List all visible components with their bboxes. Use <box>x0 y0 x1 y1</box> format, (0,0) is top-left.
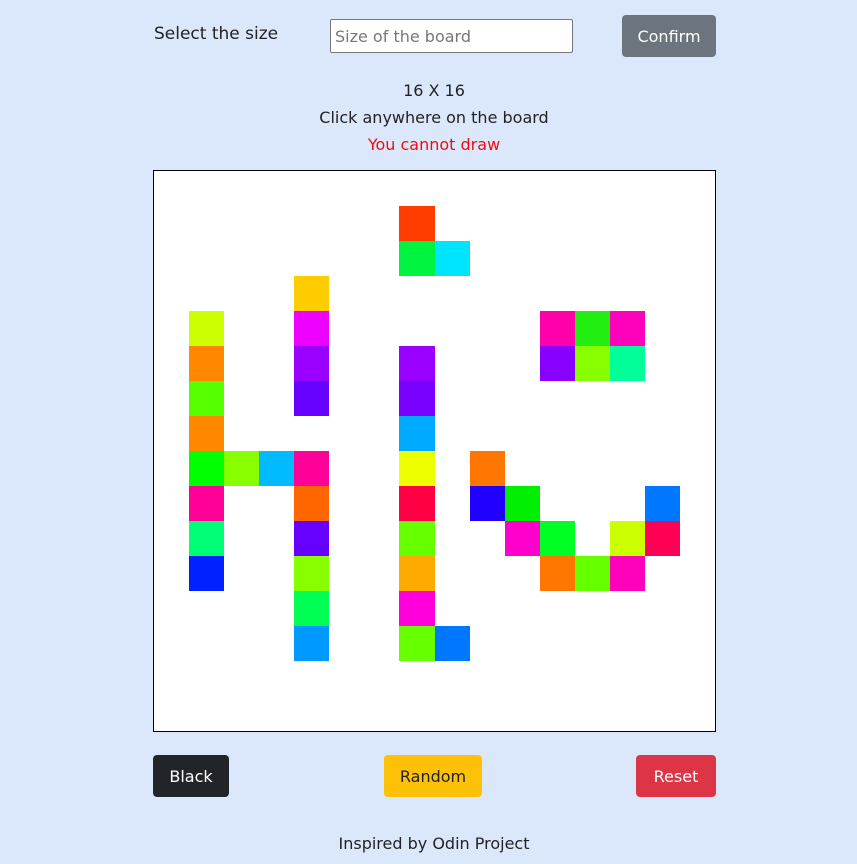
board-cell[interactable] <box>469 486 505 521</box>
board-cell[interactable] <box>539 556 575 591</box>
board-cell[interactable] <box>189 521 225 556</box>
board-size-text: 16 X 16 <box>403 81 465 100</box>
board-cell[interactable] <box>294 591 330 626</box>
warning-text: You cannot draw <box>367 135 501 154</box>
board-cell[interactable] <box>609 311 645 346</box>
board-cell[interactable] <box>574 311 610 346</box>
random-button[interactable]: Random <box>384 755 482 797</box>
board-cell[interactable] <box>504 521 540 556</box>
board-cell[interactable] <box>294 451 330 486</box>
board-cell[interactable] <box>539 346 575 381</box>
board-cell[interactable] <box>609 346 645 381</box>
board-cell[interactable] <box>294 556 330 591</box>
board-cell[interactable] <box>189 346 225 381</box>
board-cell[interactable] <box>189 381 225 416</box>
board-cell[interactable] <box>609 556 645 591</box>
board-cell[interactable] <box>189 486 225 521</box>
board-cell[interactable] <box>294 346 330 381</box>
board-cell[interactable] <box>189 451 225 486</box>
board-cell[interactable] <box>399 451 435 486</box>
board-cell[interactable] <box>539 311 575 346</box>
board-cell[interactable] <box>399 521 435 556</box>
board-cell[interactable] <box>399 346 435 381</box>
board-cell[interactable] <box>434 241 470 276</box>
board-cell[interactable] <box>399 591 435 626</box>
board-cell[interactable] <box>399 206 435 241</box>
board-cell[interactable] <box>294 276 330 311</box>
reset-button[interactable]: Reset <box>636 755 716 797</box>
board-cell[interactable] <box>294 311 330 346</box>
board-cell[interactable] <box>644 521 680 556</box>
board-cell[interactable] <box>574 346 610 381</box>
board-cell[interactable] <box>189 416 225 451</box>
board-cell[interactable] <box>539 521 575 556</box>
board-cell[interactable] <box>189 311 225 346</box>
board-cell[interactable] <box>259 451 295 486</box>
board-cell[interactable] <box>189 556 225 591</box>
board-cell[interactable] <box>294 486 330 521</box>
board-cell[interactable] <box>399 381 435 416</box>
board-cell[interactable] <box>434 626 470 661</box>
board-cell[interactable] <box>399 626 435 661</box>
board-cell[interactable] <box>294 626 330 661</box>
board-cell[interactable] <box>469 451 505 486</box>
black-button[interactable]: Black <box>153 755 229 797</box>
board-cell[interactable] <box>399 486 435 521</box>
board-cell[interactable] <box>504 486 540 521</box>
drawing-board[interactable] <box>153 170 716 732</box>
board-cell[interactable] <box>224 451 260 486</box>
instruction-text: Click anywhere on the board <box>319 108 549 127</box>
confirm-button[interactable]: Confirm <box>622 15 716 57</box>
board-cell[interactable] <box>399 241 435 276</box>
board-cell[interactable] <box>399 416 435 451</box>
board-cell[interactable] <box>609 521 645 556</box>
board-size-input[interactable] <box>330 19 573 53</box>
footer-credit: Inspired by Odin Project <box>338 834 530 853</box>
board-cell[interactable] <box>574 556 610 591</box>
board-cell[interactable] <box>294 521 330 556</box>
board-cell[interactable] <box>399 556 435 591</box>
board-cell[interactable] <box>294 381 330 416</box>
board-cell[interactable] <box>644 486 680 521</box>
size-label: Select the size <box>154 24 279 44</box>
